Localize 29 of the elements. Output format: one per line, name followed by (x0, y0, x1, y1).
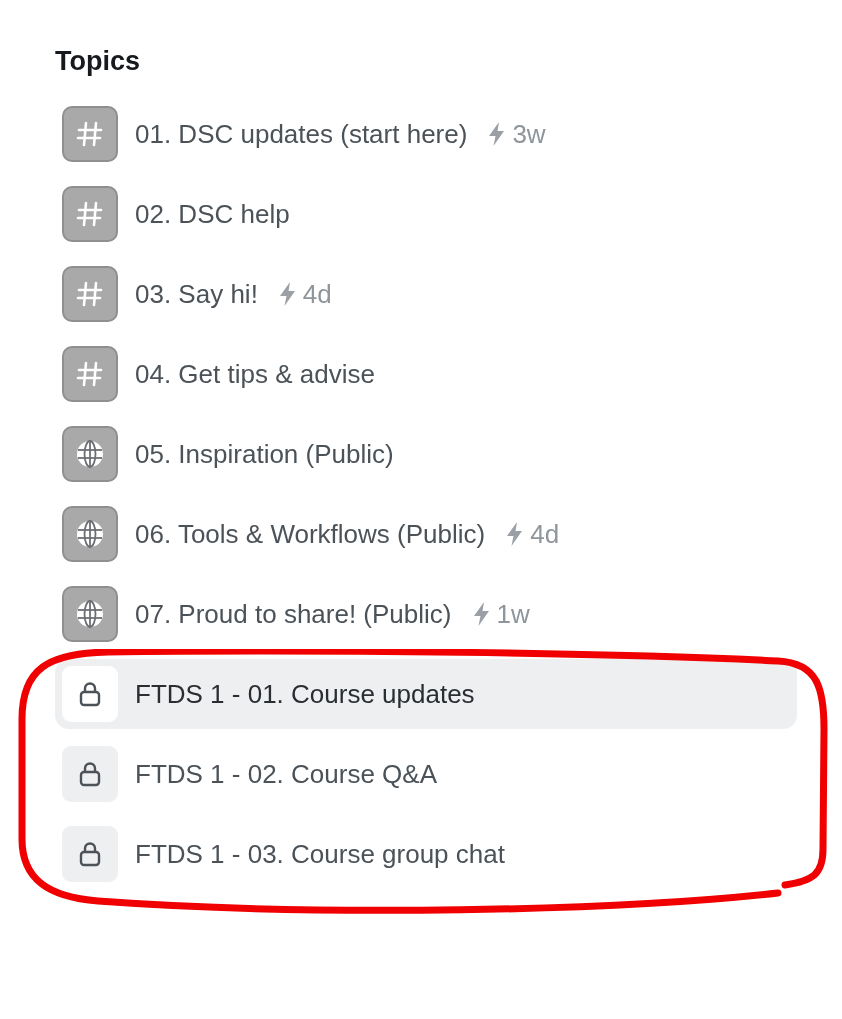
topic-item[interactable]: 04. Get tips & advise (55, 339, 797, 409)
activity-time: 4d (302, 278, 332, 310)
activity-time: 4d (530, 518, 560, 550)
lightning-icon (473, 602, 489, 626)
globe-icon (62, 426, 118, 482)
lock-icon (62, 666, 118, 722)
globe-icon (62, 586, 118, 642)
topic-item[interactable]: FTDS 1 - 03. Course group chat (55, 819, 797, 889)
hash-icon (62, 186, 118, 242)
hash-icon (62, 106, 118, 162)
lock-icon (62, 746, 118, 802)
activity-time: 1w (496, 598, 530, 630)
topic-item[interactable]: 05. Inspiration (Public) (55, 419, 797, 489)
topic-item[interactable]: 01. DSC updates (start here) 3w (55, 99, 797, 169)
topic-item[interactable]: 07. Proud to share! (Public) 1w (55, 579, 797, 649)
section-heading: Topics (55, 45, 140, 78)
lightning-icon (279, 282, 295, 306)
lock-icon (62, 826, 118, 882)
topic-item[interactable]: FTDS 1 - 02. Course Q&A (55, 739, 797, 809)
topic-item[interactable]: 06. Tools & Workflows (Public) 4d (55, 499, 797, 569)
hash-icon (62, 346, 118, 402)
topic-item[interactable]: FTDS 1 - 01. Course updates (55, 659, 797, 729)
hash-icon (62, 266, 118, 322)
lightning-icon (489, 122, 505, 146)
activity-time: 3w (512, 118, 546, 150)
topic-item[interactable]: 02. DSC help (55, 179, 797, 249)
lightning-icon (507, 522, 523, 546)
topic-item[interactable]: 03. Say hi! 4d (55, 259, 797, 329)
globe-icon (62, 506, 118, 562)
